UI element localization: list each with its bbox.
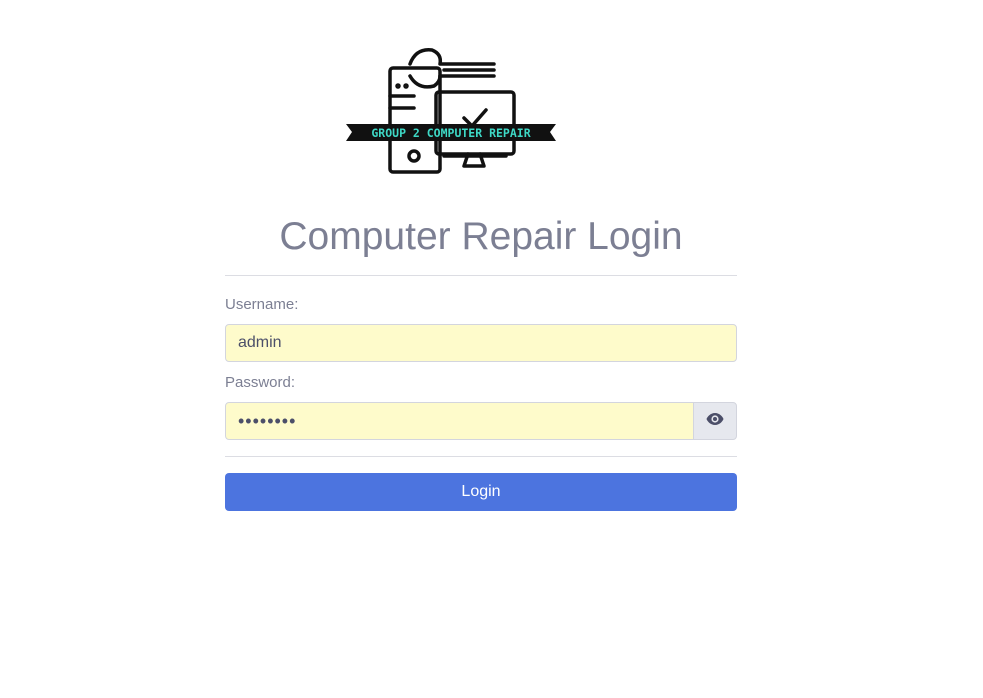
top-divider xyxy=(225,275,737,276)
login-page: GROUP 2 COMPUTER REPAIR Computer Repair … xyxy=(0,0,983,698)
company-logo: GROUP 2 COMPUTER REPAIR xyxy=(344,46,560,178)
eye-icon xyxy=(706,412,724,431)
login-button[interactable]: Login xyxy=(225,473,737,511)
username-label: Username: xyxy=(225,296,299,313)
password-label: Password: xyxy=(225,374,296,391)
logo-banner-text: GROUP 2 COMPUTER REPAIR xyxy=(371,126,530,140)
bottom-divider xyxy=(225,456,737,457)
page-title: Computer Repair Login xyxy=(279,215,683,258)
username-input[interactable] xyxy=(225,324,737,362)
password-input[interactable]: •••••••• xyxy=(225,402,694,440)
show-password-button[interactable] xyxy=(693,402,737,440)
